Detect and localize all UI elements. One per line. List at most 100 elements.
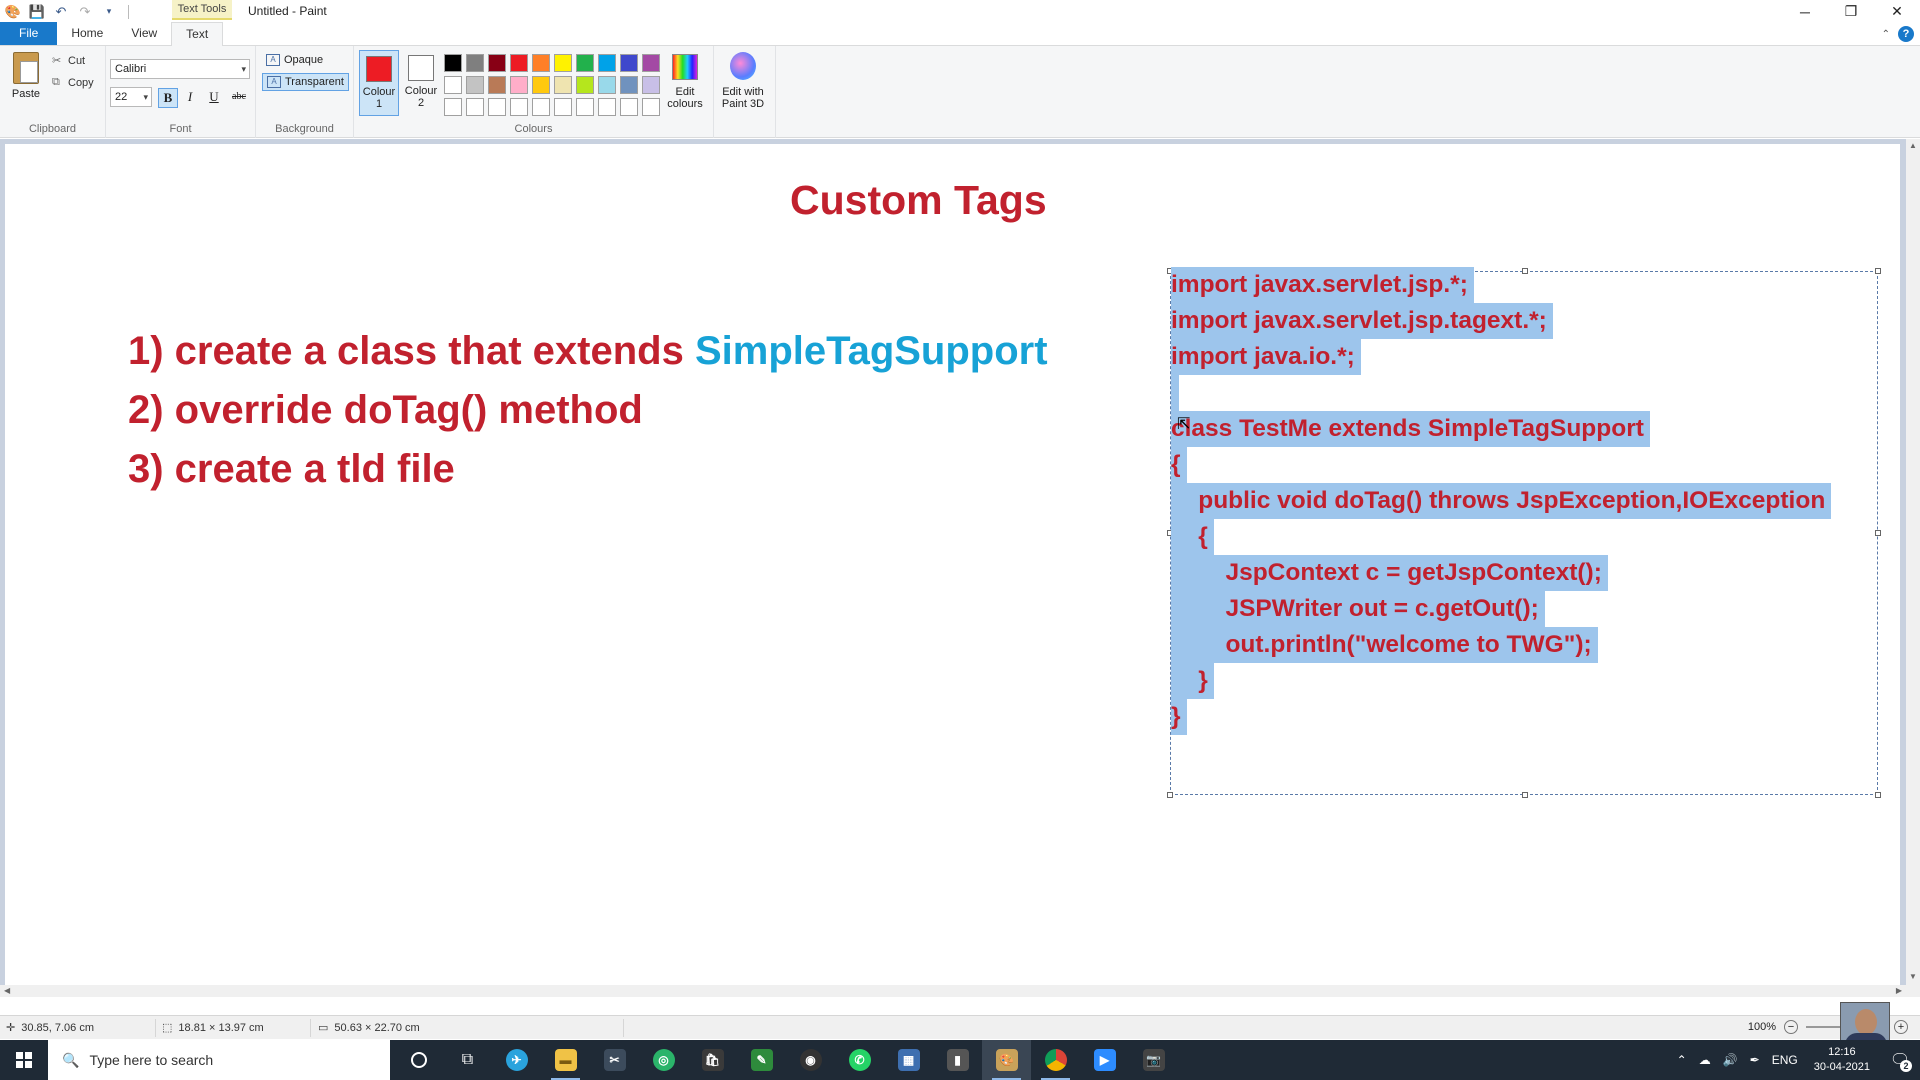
palette-colour-swatch[interactable] (620, 54, 638, 72)
palette-colour-swatch[interactable] (510, 54, 528, 72)
font-family-select[interactable]: Calibri ▾ (110, 59, 250, 79)
language-indicator[interactable]: ENG (1766, 1053, 1804, 1067)
paint-app-icon[interactable]: 🎨 (4, 3, 22, 21)
tab-view[interactable]: View (117, 22, 171, 45)
camera-icon[interactable]: 📷 (1129, 1040, 1178, 1080)
calculator-icon[interactable]: ▦ (884, 1040, 933, 1080)
vertical-scrollbar[interactable]: ▲ ▼ (1906, 139, 1920, 997)
recorder-icon[interactable]: ▮ (933, 1040, 982, 1080)
paint-taskbar-icon[interactable]: 🎨 (982, 1040, 1031, 1080)
palette-colour-swatch[interactable] (488, 54, 506, 72)
show-hidden-icons-icon[interactable]: ⌃ (1671, 1053, 1693, 1067)
notepad-icon[interactable]: ✎ (737, 1040, 786, 1080)
resize-handle[interactable] (1875, 268, 1881, 274)
action-center-icon[interactable]: 🗨 2 (1880, 1040, 1920, 1080)
resize-handle[interactable] (1522, 792, 1528, 798)
font-size-select[interactable]: 22 ▾ (110, 87, 152, 107)
palette-colour-swatch[interactable] (598, 98, 616, 116)
palette-colour-swatch[interactable] (532, 98, 550, 116)
drawing-canvas[interactable]: Custom Tags 1) create a class that exten… (5, 144, 1900, 994)
palette-colour-swatch[interactable] (488, 98, 506, 116)
palette-colour-swatch[interactable] (466, 76, 484, 94)
cut-button[interactable]: ✂ Cut (52, 54, 85, 68)
scroll-down-icon[interactable]: ▼ (1906, 972, 1920, 981)
zoom-out-icon[interactable]: − (1784, 1020, 1798, 1034)
onedrive-icon[interactable]: ☁ (1693, 1053, 1717, 1067)
italic-button[interactable]: I (180, 88, 200, 108)
palette-colour-swatch[interactable] (598, 76, 616, 94)
clock[interactable]: 12:16 30-04-2021 (1804, 1045, 1880, 1075)
close-button[interactable]: ✕ (1874, 0, 1920, 23)
resize-handle[interactable] (1167, 792, 1173, 798)
cortana-icon[interactable] (394, 1040, 443, 1080)
palette-colour-swatch[interactable] (620, 98, 638, 116)
scroll-right-icon[interactable]: ▶ (1896, 985, 1902, 997)
task-view-icon[interactable]: ⧉ (443, 1040, 492, 1080)
browser-green-icon[interactable]: ◎ (639, 1040, 688, 1080)
resize-handle[interactable] (1522, 268, 1528, 274)
tab-text[interactable]: Text (171, 22, 224, 46)
palette-colour-swatch[interactable] (642, 76, 660, 94)
zoom-in-icon[interactable]: + (1894, 1020, 1908, 1034)
palette-colour-swatch[interactable] (554, 54, 572, 72)
palette-colour-swatch[interactable] (642, 54, 660, 72)
scroll-up-icon[interactable]: ▲ (1906, 141, 1920, 150)
zoom-app-icon[interactable]: ▶ (1080, 1040, 1129, 1080)
whatsapp-icon[interactable]: ✆ (835, 1040, 884, 1080)
palette-colour-swatch[interactable] (488, 76, 506, 94)
underline-button[interactable]: U (204, 88, 224, 108)
palette-colour-swatch[interactable] (576, 98, 594, 116)
palette-colour-swatch[interactable] (444, 98, 462, 116)
chrome-icon[interactable] (1031, 1040, 1080, 1080)
undo-icon[interactable]: ↶ (52, 3, 70, 21)
title-bar: 🎨 💾 ↶ ↷ ▾ Text Tools Untitled - Paint ─ … (0, 0, 1920, 23)
restore-button[interactable]: ❐ (1828, 0, 1874, 23)
pen-icon[interactable]: ✒ (1744, 1053, 1766, 1067)
store-icon[interactable]: 🛍 (688, 1040, 737, 1080)
colour1-button[interactable]: Colour 1 (359, 50, 399, 116)
palette-colour-swatch[interactable] (554, 98, 572, 116)
horizontal-scrollbar[interactable]: ◀ ▶ (0, 985, 1906, 997)
minimize-button[interactable]: ─ (1782, 0, 1828, 23)
tab-home[interactable]: Home (57, 22, 117, 45)
palette-colour-swatch[interactable] (510, 98, 528, 116)
collapse-ribbon-icon[interactable]: ⌃ (1882, 29, 1890, 40)
palette-colour-swatch[interactable] (466, 98, 484, 116)
tab-file[interactable]: File (0, 22, 58, 45)
start-button[interactable] (0, 1040, 48, 1080)
transparent-button[interactable]: A Transparent (262, 73, 349, 91)
resize-handle[interactable] (1875, 530, 1881, 536)
edit-with-paint3d-button[interactable]: Edit with Paint 3D (718, 52, 768, 110)
bold-button[interactable]: B (158, 88, 178, 108)
palette-colour-swatch[interactable] (532, 76, 550, 94)
palette-colour-swatch[interactable] (510, 76, 528, 94)
strikethrough-button[interactable]: abc (228, 88, 250, 108)
edit-colours-button[interactable]: Edit colours (664, 52, 706, 110)
scroll-left-icon[interactable]: ◀ (4, 985, 10, 997)
obs-icon[interactable]: ◉ (786, 1040, 835, 1080)
file-explorer-icon[interactable]: ▬ (541, 1040, 590, 1080)
customize-qat-icon[interactable]: ▾ (100, 3, 118, 21)
palette-colour-swatch[interactable] (444, 76, 462, 94)
palette-colour-swatch[interactable] (576, 54, 594, 72)
resize-handle[interactable] (1875, 792, 1881, 798)
palette-colour-swatch[interactable] (466, 54, 484, 72)
paste-button[interactable]: Paste (8, 52, 44, 100)
colour2-button[interactable]: Colour 2 (401, 50, 441, 116)
telegram-icon[interactable]: ✈ (492, 1040, 541, 1080)
palette-colour-swatch[interactable] (576, 76, 594, 94)
palette-colour-swatch[interactable] (532, 54, 550, 72)
palette-colour-swatch[interactable] (620, 76, 638, 94)
copy-button[interactable]: ⧉ Copy (52, 76, 94, 89)
redo-icon[interactable]: ↷ (76, 3, 94, 21)
palette-colour-swatch[interactable] (554, 76, 572, 94)
opaque-button[interactable]: A Opaque (262, 52, 327, 68)
palette-colour-swatch[interactable] (598, 54, 616, 72)
palette-colour-swatch[interactable] (642, 98, 660, 116)
taskbar-search[interactable]: 🔍 Type here to search (48, 1040, 390, 1080)
snipping-tool-icon[interactable]: ✂ (590, 1040, 639, 1080)
help-icon[interactable]: ? (1898, 26, 1914, 42)
palette-colour-swatch[interactable] (444, 54, 462, 72)
save-icon[interactable]: 💾 (28, 3, 46, 21)
volume-icon[interactable]: 🔊 (1717, 1053, 1744, 1067)
